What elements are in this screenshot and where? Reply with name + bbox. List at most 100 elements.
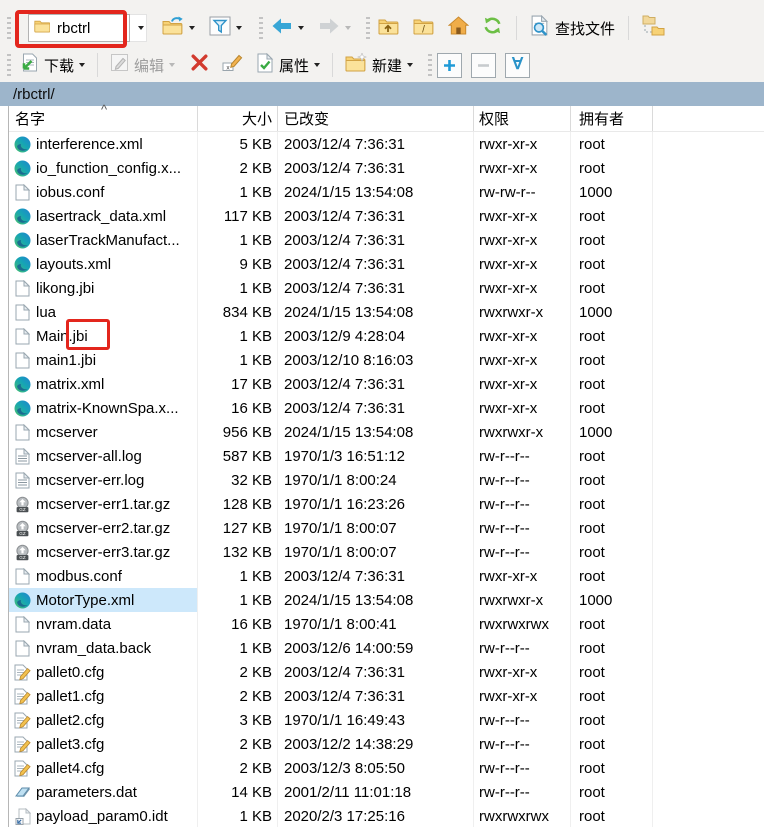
toolbar-grip[interactable] [7, 17, 11, 39]
file-name-cell[interactable]: GZmcserver-err1.tar.gz [9, 492, 198, 516]
toolbar-grip[interactable] [428, 54, 432, 76]
file-name-cell[interactable]: laserTrackManufact... [9, 228, 198, 252]
file-name-cell[interactable]: modbus.conf [9, 564, 198, 588]
file-name-cell[interactable]: pallet3.cfg [9, 732, 198, 756]
table-row[interactable]: payload_param0.idt1 KB2020/2/3 17:25:16r… [9, 804, 764, 827]
properties-button[interactable]: 属性 [253, 51, 323, 80]
file-name-cell[interactable]: main1.jbi [9, 348, 198, 372]
toolbar-grip[interactable] [7, 54, 11, 76]
file-name-cell[interactable]: nvram_data.back [9, 636, 198, 660]
remove-bookmark-button[interactable] [471, 53, 496, 78]
table-row[interactable]: mcserver-err.log32 KB1970/1/1 8:00:24rw-… [9, 468, 764, 492]
file-name: mcserver-err.log [36, 472, 144, 489]
table-row[interactable]: pallet4.cfg2 KB2003/12/3 8:05:50rw-r--r-… [9, 756, 764, 780]
back-button[interactable] [268, 15, 307, 42]
file-name-cell[interactable]: MotorType.xml [9, 588, 198, 612]
column-header-name[interactable]: 名字 ^ [9, 106, 198, 131]
table-row[interactable]: nvram_data.back1 KB2003/12/6 14:00:59rw-… [9, 636, 764, 660]
toolbar-grip[interactable] [366, 17, 370, 39]
table-row[interactable]: GZmcserver-err3.tar.gz132 KB1970/1/1 8:0… [9, 540, 764, 564]
table-row[interactable]: iobus.conf1 KB2024/1/15 13:54:08rw-rw-r-… [9, 180, 764, 204]
table-row[interactable]: laserTrackManufact...1 KB2003/12/4 7:36:… [9, 228, 764, 252]
table-row[interactable]: mcserver-all.log587 KB1970/1/3 16:51:12r… [9, 444, 764, 468]
file-name-cell[interactable]: nvram.data [9, 612, 198, 636]
table-row[interactable]: lua834 KB2024/1/15 13:54:08rwxrwxr-x1000 [9, 300, 764, 324]
file-name-cell[interactable]: pallet1.cfg [9, 684, 198, 708]
file-name-cell[interactable]: pallet4.cfg [9, 756, 198, 780]
table-row[interactable]: parameters.dat14 KB2001/2/11 11:01:18rw-… [9, 780, 764, 804]
filter-button[interactable] [206, 14, 245, 43]
new-button[interactable]: 新建 [342, 51, 416, 79]
table-row[interactable]: lasertrack_data.xml117 KB2003/12/4 7:36:… [9, 204, 764, 228]
refresh-icon [482, 15, 503, 41]
file-list-panel: 名字 ^ 大小 已改变 权限 拥有者 interference.xml5 KB2… [8, 106, 764, 827]
xml-file-icon [14, 208, 31, 225]
home-directory-button[interactable] [445, 14, 472, 42]
file-name-cell[interactable]: mcserver-all.log [9, 444, 198, 468]
address-dropdown-button[interactable] [130, 14, 147, 42]
file-name-cell[interactable]: mcserver-err.log [9, 468, 198, 492]
table-row[interactable]: io_function_config.x...2 KB2003/12/4 7:3… [9, 156, 764, 180]
svg-text:GZ: GZ [19, 507, 26, 512]
table-row[interactable]: matrix-KnownSpa.x...16 KB2003/12/4 7:36:… [9, 396, 764, 420]
table-row[interactable]: main1.jbi1 KB2003/12/10 8:16:03rwxr-xr-x… [9, 348, 764, 372]
edit-button[interactable]: 编辑 [107, 51, 178, 79]
find-files-button[interactable]: 查找文件 [527, 13, 618, 43]
table-row[interactable]: matrix.xml17 KB2003/12/4 7:36:31rwxr-xr-… [9, 372, 764, 396]
file-name-cell[interactable]: likong.jbi [9, 276, 198, 300]
root-directory-button[interactable]: / [410, 15, 437, 42]
refresh-button[interactable] [479, 13, 506, 43]
file-name-cell[interactable]: mcserver [9, 420, 198, 444]
row-filler [653, 372, 764, 396]
file-name-cell[interactable]: payload_param0.idt [9, 804, 198, 827]
synchronize-browsing-button[interactable] [639, 13, 669, 43]
file-name-cell[interactable]: iobus.conf [9, 180, 198, 204]
table-row[interactable]: nvram.data16 KB1970/1/1 8:00:41rwxrwxrwx… [9, 612, 764, 636]
file-name-cell[interactable]: parameters.dat [9, 780, 198, 804]
gz-file-icon: GZ [14, 496, 31, 513]
toolbar-grip[interactable] [259, 17, 263, 39]
rename-button[interactable]: x [219, 51, 246, 79]
table-row[interactable]: interference.xml5 KB2003/12/4 7:36:31rwx… [9, 132, 764, 156]
column-header-size[interactable]: 大小 [198, 106, 278, 131]
table-row[interactable]: MotorType.xml1 KB2024/1/15 13:54:08rwxrw… [9, 588, 764, 612]
current-path-bar[interactable]: /rbctrl/ [0, 82, 764, 106]
table-row[interactable]: pallet3.cfg2 KB2003/12/2 14:38:29rw-r--r… [9, 732, 764, 756]
file-name-cell[interactable]: matrix.xml [9, 372, 198, 396]
table-row[interactable]: pallet0.cfg2 KB2003/12/4 7:36:31rwxr-xr-… [9, 660, 764, 684]
open-directory-button[interactable] [159, 14, 198, 42]
table-row[interactable]: pallet1.cfg2 KB2003/12/4 7:36:31rwxr-xr-… [9, 684, 764, 708]
log-file-icon [14, 448, 31, 465]
file-name-cell[interactable]: matrix-KnownSpa.x... [9, 396, 198, 420]
forward-button[interactable] [315, 15, 354, 42]
table-row[interactable]: pallet2.cfg3 KB1970/1/1 16:49:43rw-r--r-… [9, 708, 764, 732]
table-row[interactable]: Main.jbi1 KB2003/12/9 4:28:04rwxr-xr-xro… [9, 324, 764, 348]
row-filler [653, 300, 764, 324]
file-name-cell[interactable]: io_function_config.x... [9, 156, 198, 180]
table-row[interactable]: likong.jbi1 KB2003/12/4 7:36:31rwxr-xr-x… [9, 276, 764, 300]
file-name-cell[interactable]: GZmcserver-err3.tar.gz [9, 540, 198, 564]
file-name-cell[interactable]: pallet0.cfg [9, 660, 198, 684]
download-button[interactable]: 下载 [16, 51, 88, 80]
add-bookmark-button[interactable] [437, 53, 462, 78]
delete-button[interactable] [187, 51, 212, 79]
column-header-rights[interactable]: 权限 [474, 106, 571, 131]
file-name-cell[interactable]: GZmcserver-err2.tar.gz [9, 516, 198, 540]
column-header-owner[interactable]: 拥有者 [571, 106, 653, 131]
invert-selection-button[interactable]: ∀ [505, 53, 530, 78]
file-name-cell[interactable]: lasertrack_data.xml [9, 204, 198, 228]
table-row[interactable]: GZmcserver-err2.tar.gz127 KB1970/1/1 8:0… [9, 516, 764, 540]
parent-directory-button[interactable] [375, 15, 402, 42]
file-owner: root [571, 684, 653, 708]
table-row[interactable]: modbus.conf1 KB2003/12/4 7:36:31rwxr-xr-… [9, 564, 764, 588]
row-filler [653, 612, 764, 636]
table-row[interactable]: layouts.xml9 KB2003/12/4 7:36:31rwxr-xr-… [9, 252, 764, 276]
table-row[interactable]: GZmcserver-err1.tar.gz128 KB1970/1/1 16:… [9, 492, 764, 516]
file-name-cell[interactable]: layouts.xml [9, 252, 198, 276]
file-owner: root [571, 540, 653, 564]
column-header-changed[interactable]: 已改变 [278, 106, 474, 131]
file-name-cell[interactable]: interference.xml [9, 132, 198, 156]
file-name-cell[interactable]: pallet2.cfg [9, 708, 198, 732]
file-owner: root [571, 156, 653, 180]
table-row[interactable]: mcserver956 KB2024/1/15 13:54:08rwxrwxr-… [9, 420, 764, 444]
